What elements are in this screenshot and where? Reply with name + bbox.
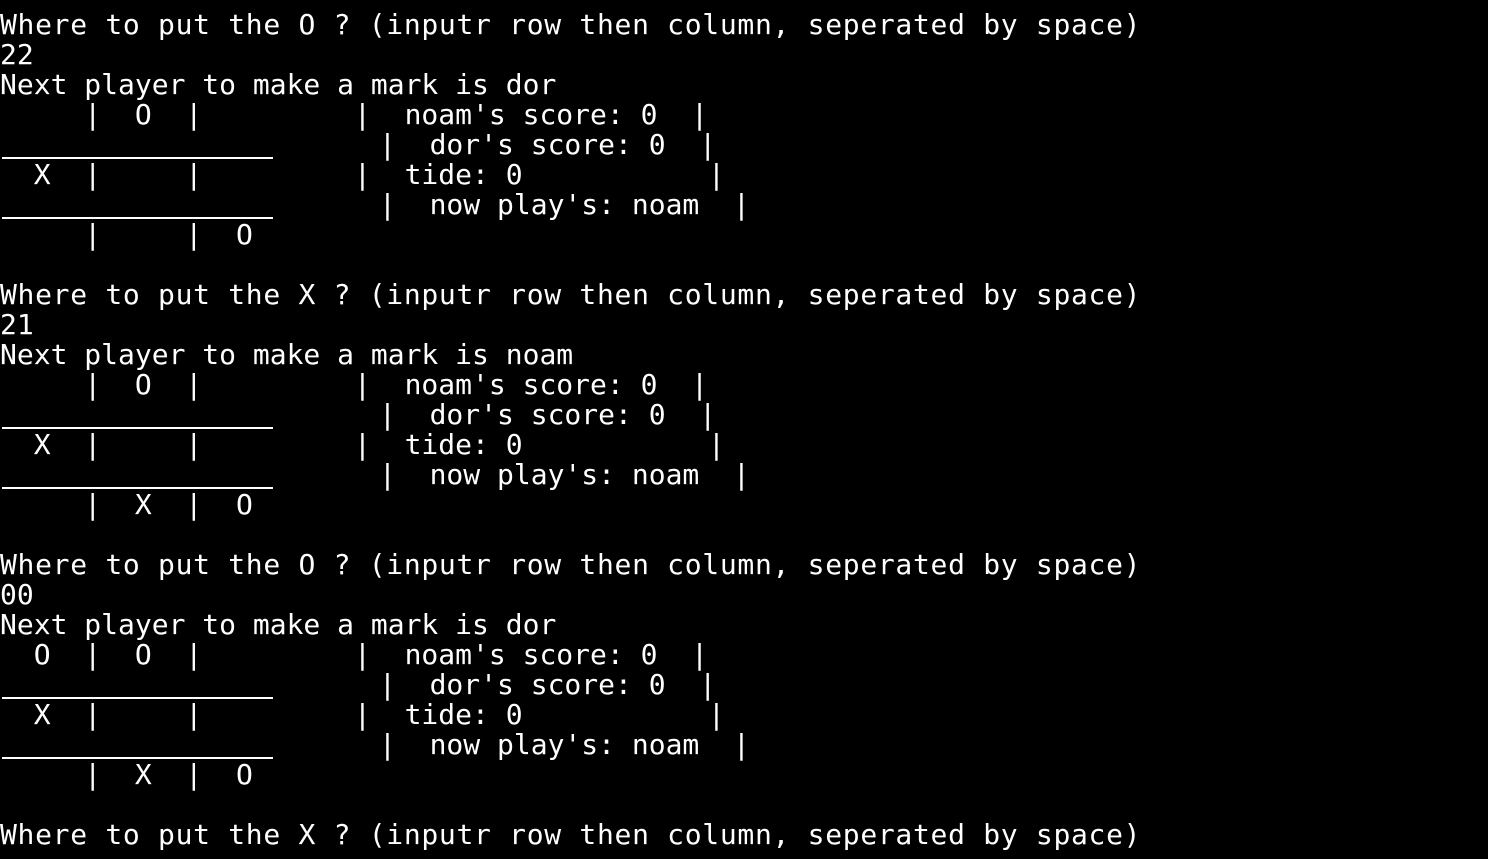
move-prompt: Where to put the X ? (inputr row then co… <box>0 278 1142 311</box>
board-row-2: X | | | tide: 0 | <box>0 158 725 191</box>
board-row-1: O | O | | noam's score: 0 | <box>0 638 709 671</box>
score-line-now-plays: | now play's: noam | <box>379 728 750 761</box>
score-line-dor: | dor's score: 0 | <box>379 668 717 701</box>
board-separator: | now play's: noam | <box>0 460 1488 490</box>
board-row-1: | O | | noam's score: 0 | <box>0 368 709 401</box>
score-line-dor: | dor's score: 0 | <box>379 128 717 161</box>
score-line-now-plays: | now play's: noam | <box>379 458 750 491</box>
user-input: 22 <box>0 38 34 71</box>
board-separator: | dor's score: 0 | <box>0 130 1488 160</box>
move-prompt: Where to put the O ? (inputr row then co… <box>0 548 1142 581</box>
board-separator: | dor's score: 0 | <box>0 400 1488 430</box>
board-row-2: X | | | tide: 0 | <box>0 428 725 461</box>
board-separator: | now play's: noam | <box>0 190 1488 220</box>
next-player-message: Next player to make a mark is dor <box>0 68 557 101</box>
board-row-3: | | O <box>0 218 253 251</box>
score-line-now-plays: | now play's: noam | <box>379 188 750 221</box>
terminal-window[interactable]: Where to put the O ? (inputr row then co… <box>0 0 1488 859</box>
next-player-message: Next player to make a mark is dor <box>0 608 557 641</box>
score-line-dor: | dor's score: 0 | <box>379 398 717 431</box>
board-row-1: | O | | noam's score: 0 | <box>0 98 709 131</box>
board-separator: | dor's score: 0 | <box>0 670 1488 700</box>
user-input: 21 <box>0 308 34 341</box>
board-row-3: | X | O <box>0 488 253 521</box>
board-separator: | now play's: noam | <box>0 730 1488 760</box>
user-input: 00 <box>0 578 34 611</box>
board-row-2: X | | | tide: 0 | <box>0 698 725 731</box>
move-prompt-current: Where to put the X ? (inputr row then co… <box>0 818 1142 851</box>
move-prompt: Where to put the O ? (inputr row then co… <box>0 8 1142 41</box>
next-player-message: Next player to make a mark is noam <box>0 338 574 371</box>
board-row-3: | X | O <box>0 758 253 791</box>
